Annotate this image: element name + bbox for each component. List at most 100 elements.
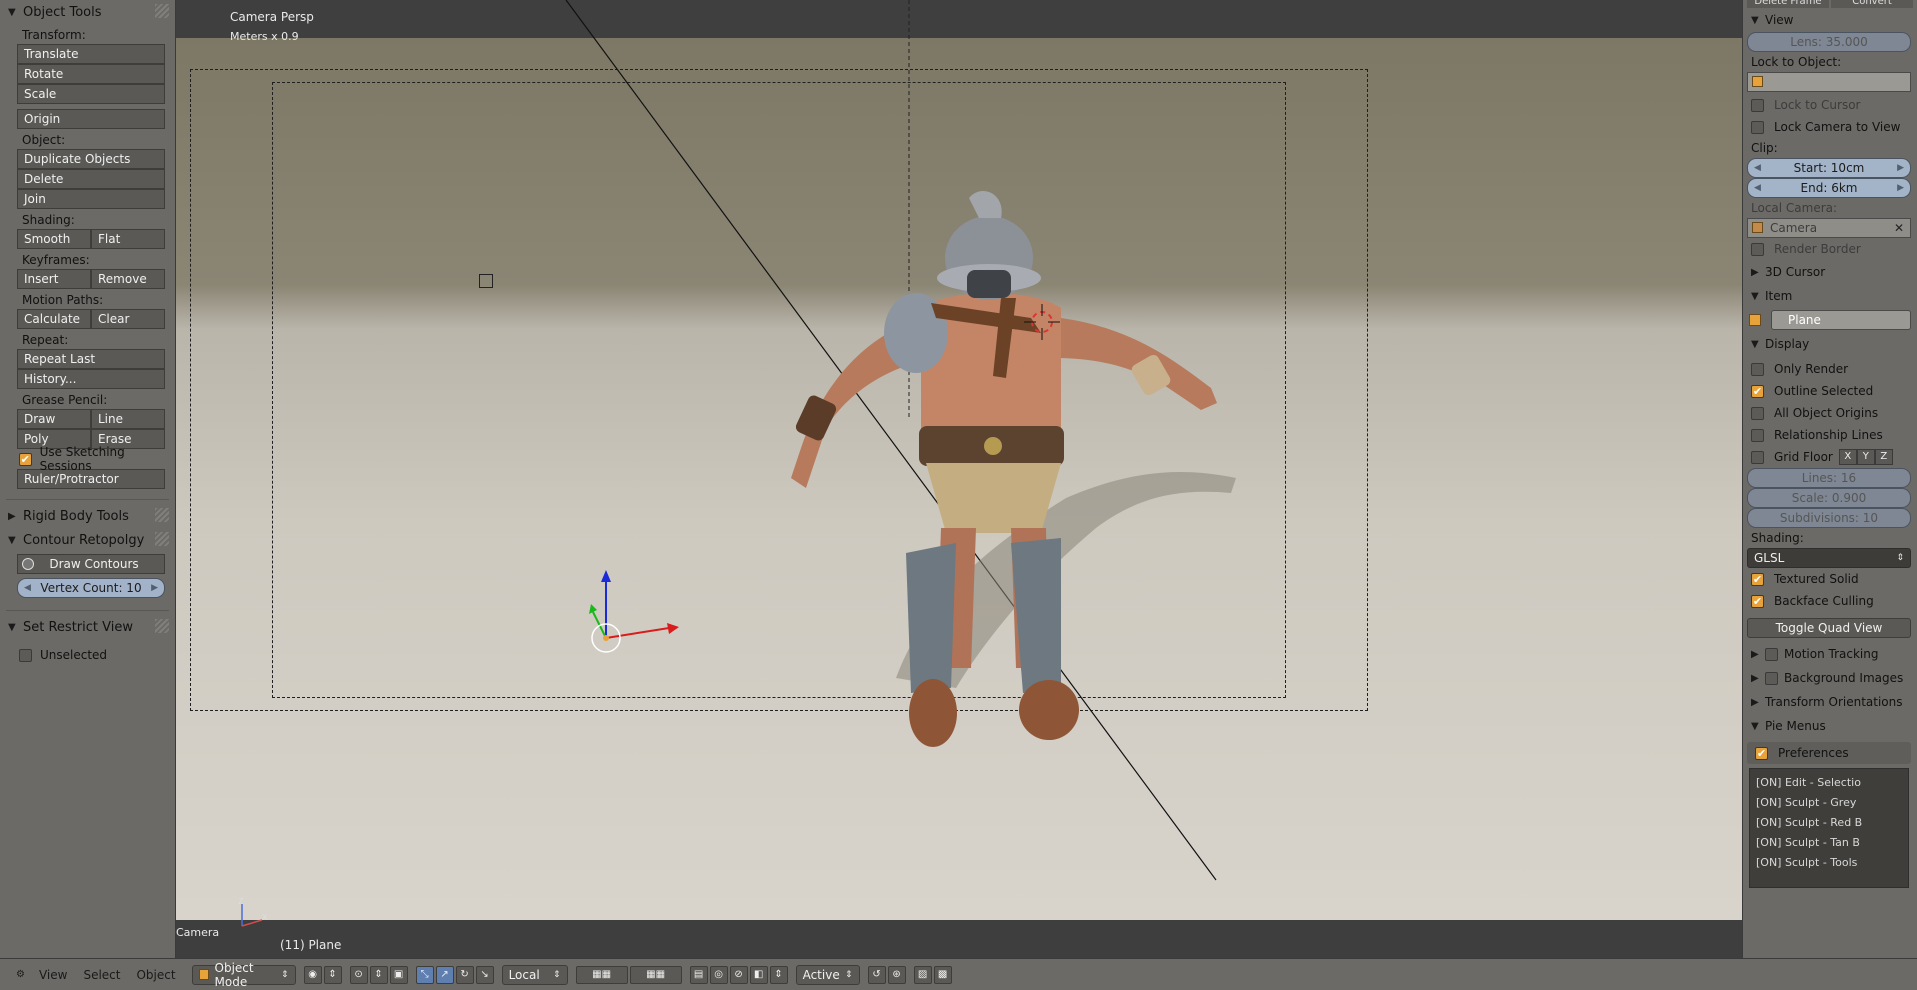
panel-grip-icon[interactable] [155, 508, 169, 522]
motion-tracking-header[interactable]: ▶ Motion Tracking [1743, 642, 1917, 666]
snap-element-icon[interactable]: ◧ [749, 965, 768, 984]
layers-grid-1-icon[interactable]: ▦▦ [575, 965, 628, 984]
mode-dropdown[interactable]: Object Mode ⇕ [191, 961, 296, 989]
rigid-body-tools-header[interactable]: ▶ Rigid Body Tools [0, 504, 175, 528]
snap-align-rotation-icon[interactable]: ↺ [867, 965, 886, 984]
transform-manipulator-icon[interactable] [581, 568, 701, 668]
contour-retopology-header[interactable]: ▼ Contour Retopolgy [0, 528, 175, 552]
grid-lines-field[interactable]: Lines: 16 [1747, 468, 1911, 488]
select-menu[interactable]: Select [83, 968, 120, 982]
3d-cursor-icon[interactable] [1024, 304, 1060, 340]
translate-button[interactable]: Translate [17, 44, 165, 64]
grid-scale-field[interactable]: Scale: 0.900 [1747, 488, 1911, 508]
clear-button[interactable]: Clear [91, 309, 165, 329]
render-icon[interactable]: ▨ [913, 965, 932, 984]
panel-grip-icon[interactable] [155, 532, 169, 546]
item-name-field[interactable]: Plane [1771, 310, 1911, 330]
draw-button[interactable]: Draw [17, 409, 91, 429]
repeat-last-button[interactable]: Repeat Last [17, 349, 165, 369]
delete-button[interactable]: Delete [17, 169, 165, 189]
layers-grid-2-icon[interactable]: ▦▦ [629, 965, 682, 984]
textured-solid-checkbox[interactable]: ✔ Textured Solid [1743, 568, 1917, 590]
manipulator-toggle-icon[interactable]: ⤡ [415, 965, 434, 984]
flat-button[interactable]: Flat [91, 229, 165, 249]
3d-viewport[interactable]: Camera Persp Meters x 0.9 Z X Camera (11… [176, 0, 1742, 958]
pie-menu-item[interactable]: [ON] Sculpt - Tools [1756, 853, 1902, 873]
decrement-arrow-icon[interactable]: ◀ [1754, 159, 1761, 177]
toggle-quad-view-button[interactable]: Toggle Quad View [1747, 618, 1911, 638]
viewport-shading-icon[interactable]: ◉ [303, 965, 322, 984]
line-button[interactable]: Line [91, 409, 165, 429]
clip-end-field[interactable]: ◀ End: 6km ▶ [1747, 178, 1911, 198]
view-header[interactable]: ▼ View [1743, 8, 1917, 32]
lock-to-cursor-checkbox[interactable]: Lock to Cursor [1743, 94, 1917, 116]
draw-contours-button[interactable]: Draw Contours [17, 554, 165, 574]
set-restrict-view-header[interactable]: ▼ Set Restrict View [0, 615, 175, 639]
snap-icon[interactable]: ⊘ [729, 965, 748, 984]
only-render-checkbox[interactable]: Only Render [1743, 358, 1917, 380]
all-object-origins-checkbox[interactable]: All Object Origins [1743, 402, 1917, 424]
increment-arrow-icon[interactable]: ▶ [151, 579, 158, 597]
view-menu[interactable]: View [39, 968, 67, 982]
pie-menu-item[interactable]: [ON] Sculpt - Red B [1756, 813, 1902, 833]
backface-culling-checkbox[interactable]: ✔ Backface Culling [1743, 590, 1917, 612]
origin-button[interactable]: Origin [17, 109, 165, 129]
pie-menu-item[interactable]: [ON] Sculpt - Grey [1756, 793, 1902, 813]
shading-dropdown-arrows-icon[interactable]: ⇕ [323, 965, 342, 984]
increment-arrow-icon[interactable]: ▶ [1897, 179, 1904, 197]
snap-project-icon[interactable]: ⊛ [887, 965, 906, 984]
3d-cursor-header[interactable]: ▶ 3D Cursor [1743, 260, 1917, 284]
delete-frame-button[interactable]: Delete Frame [1747, 0, 1829, 8]
manipulator-center-icon[interactable]: ▣ [389, 965, 408, 984]
decrement-arrow-icon[interactable]: ◀ [1754, 179, 1761, 197]
proportional-editing-icon[interactable]: ◎ [709, 965, 728, 984]
pie-menu-list[interactable]: [ON] Edit - Selectio [ON] Sculpt - Grey … [1749, 768, 1909, 888]
lock-layers-icon[interactable]: ▤ [689, 965, 708, 984]
rotate-button[interactable]: Rotate [17, 64, 165, 84]
lamp-object-icon[interactable] [479, 274, 493, 288]
pie-menu-item[interactable]: [ON] Edit - Selectio [1756, 773, 1902, 793]
duplicate-objects-button[interactable]: Duplicate Objects [17, 149, 165, 169]
editor-type-icon[interactable]: ⚙ [16, 969, 25, 980]
remove-keyframe-button[interactable]: Remove [91, 269, 165, 289]
scale-button[interactable]: Scale [17, 84, 165, 104]
increment-arrow-icon[interactable]: ▶ [1897, 159, 1904, 177]
pivot-point-icon[interactable]: ⊙ [349, 965, 368, 984]
snap-target-dropdown[interactable]: Active ⇕ [795, 964, 860, 985]
scale-manipulator-icon[interactable]: ↘ [475, 965, 494, 984]
calculate-button[interactable]: Calculate [17, 309, 91, 329]
lock-camera-to-view-checkbox[interactable]: Lock Camera to View [1743, 116, 1917, 138]
axis-y-toggle[interactable]: Y [1856, 449, 1875, 465]
render-animation-icon[interactable]: ▩ [933, 965, 952, 984]
render-border-checkbox[interactable]: Render Border [1743, 238, 1917, 260]
convert-button[interactable]: Convert [1831, 0, 1913, 8]
transform-orientations-header[interactable]: ▶ Transform Orientations [1743, 690, 1917, 714]
lock-object-field[interactable] [1747, 72, 1911, 92]
panel-grip-icon[interactable] [155, 4, 169, 18]
pie-menu-item[interactable]: [ON] Sculpt - Tan B [1756, 833, 1902, 853]
relationship-lines-checkbox[interactable]: Relationship Lines [1743, 424, 1917, 446]
background-images-header[interactable]: ▶ Background Images [1743, 666, 1917, 690]
join-button[interactable]: Join [17, 189, 165, 209]
history-button[interactable]: History... [17, 369, 165, 389]
gladiator-model[interactable] [731, 188, 1221, 768]
lens-field[interactable]: Lens: 35.000 [1747, 32, 1911, 52]
checkbox-box[interactable] [1765, 647, 1778, 661]
rotate-manipulator-icon[interactable]: ↻ [455, 965, 474, 984]
grid-floor-checkbox[interactable]: Grid Floor X Y Z [1743, 446, 1917, 468]
panel-grip-icon[interactable] [155, 619, 169, 633]
snap-arrows-icon[interactable]: ⇕ [769, 965, 788, 984]
axis-z-toggle[interactable]: Z [1874, 449, 1893, 465]
shading-dropdown[interactable]: GLSL ⇕ [1747, 548, 1911, 568]
local-camera-field[interactable]: Camera ✕ [1747, 218, 1911, 238]
smooth-button[interactable]: Smooth [17, 229, 91, 249]
use-sketching-sessions-checkbox[interactable]: ✔ Use Sketching Sessions [0, 445, 175, 473]
outline-selected-checkbox[interactable]: ✔ Outline Selected [1743, 380, 1917, 402]
translate-manipulator-icon[interactable]: ↗ [435, 965, 454, 984]
clear-field-icon[interactable]: ✕ [1894, 219, 1904, 237]
axis-x-toggle[interactable]: X [1838, 449, 1857, 465]
grid-subdivisions-field[interactable]: Subdivisions: 10 [1747, 508, 1911, 528]
orientation-dropdown[interactable]: Local ⇕ [501, 964, 568, 985]
display-header[interactable]: ▼ Display [1743, 332, 1917, 356]
pie-menus-header[interactable]: ▼ Pie Menus [1743, 714, 1917, 738]
